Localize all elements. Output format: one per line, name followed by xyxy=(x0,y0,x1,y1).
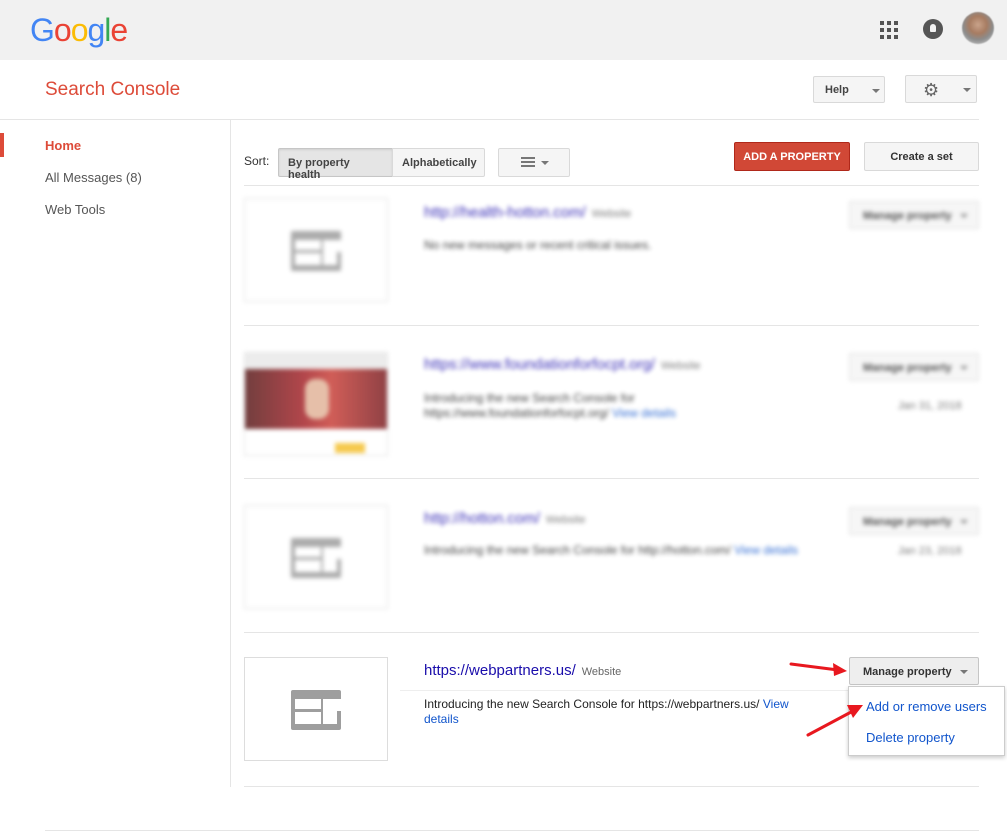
website-icon xyxy=(291,690,341,730)
notifications-bell-icon[interactable] xyxy=(923,19,943,39)
header-divider xyxy=(0,119,979,120)
annotation-arrow-manage xyxy=(789,662,847,676)
chevron-down-icon xyxy=(541,161,549,165)
property-type: Website xyxy=(591,208,632,220)
row-divider xyxy=(244,185,979,186)
chevron-down-icon xyxy=(963,88,971,92)
manage-property-button[interactable]: Manage property xyxy=(849,353,979,381)
manage-property-button[interactable]: Manage property xyxy=(849,201,979,229)
site-thumbnail[interactable] xyxy=(244,198,388,302)
property-message: Introducing the new Search Console for h… xyxy=(424,697,789,726)
help-button-label: Help xyxy=(825,84,849,96)
property-message: Introducing the new Search Console for h… xyxy=(424,543,799,557)
property-message: Introducing the new Search Console for h… xyxy=(424,391,676,420)
chevron-down-icon xyxy=(872,89,880,93)
property-type: Website xyxy=(545,514,586,526)
sidebar-item-home[interactable]: Home xyxy=(45,138,81,153)
chevron-down-icon xyxy=(960,520,968,524)
row-divider xyxy=(244,325,979,326)
property-url-link[interactable]: http://health-hotton.com/Website xyxy=(424,204,631,221)
view-details-link[interactable]: View details xyxy=(612,406,676,420)
avatar[interactable] xyxy=(962,12,994,44)
property-date: Jan 23, 2018 xyxy=(898,545,962,557)
create-set-button[interactable]: Create a set xyxy=(864,142,979,171)
site-thumbnail[interactable] xyxy=(244,657,388,761)
row-divider xyxy=(244,786,979,787)
property-url-link[interactable]: https://www.foundationforfocpt.org/Websi… xyxy=(424,356,701,373)
sidebar-item-all-messages[interactable]: All Messages (8) xyxy=(45,170,142,185)
site-thumbnail[interactable] xyxy=(244,505,388,609)
sort-by-health-button[interactable]: By property health xyxy=(278,148,393,181)
property-date: Jan 31, 2018 xyxy=(898,400,962,412)
sidebar-divider xyxy=(230,120,231,787)
annotation-arrow-add-users xyxy=(806,705,863,737)
manage-property-button[interactable]: Manage property xyxy=(849,657,979,685)
page-title[interactable]: Search Console xyxy=(45,79,180,101)
list-view-icon xyxy=(521,157,535,167)
google-logo[interactable]: Google xyxy=(30,12,128,49)
website-icon xyxy=(291,231,341,271)
chevron-down-icon xyxy=(960,214,968,218)
row-divider xyxy=(244,632,979,633)
property-type: Website xyxy=(581,666,622,678)
manage-property-button[interactable]: Manage property xyxy=(849,507,979,535)
view-details-link[interactable]: View details xyxy=(734,543,798,557)
active-indicator xyxy=(0,133,4,157)
delete-property-item[interactable]: Delete property xyxy=(866,730,955,745)
property-url-link: https://webpartners.us/Website xyxy=(424,662,622,679)
apps-grid-icon[interactable] xyxy=(880,21,898,39)
google-bar: Google xyxy=(0,0,1007,60)
gear-icon: ⚙ xyxy=(923,80,940,100)
add-remove-users-item[interactable]: Add or remove users xyxy=(866,699,987,714)
property-url-link[interactable]: http://hotton.com/Website xyxy=(424,510,585,527)
sort-label: Sort: xyxy=(244,154,270,168)
website-icon xyxy=(291,538,341,578)
sort-alphabetically-button[interactable]: Alphabetically xyxy=(392,148,485,177)
row-divider xyxy=(244,478,979,479)
property-message: No new messages or recent critical issue… xyxy=(424,238,652,252)
help-button[interactable]: Help xyxy=(813,76,885,103)
sidebar-item-web-tools[interactable]: Web Tools xyxy=(45,202,105,217)
site-screenshot-thumbnail[interactable] xyxy=(244,352,388,456)
chevron-down-icon xyxy=(960,670,968,674)
view-mode-button[interactable] xyxy=(498,148,570,177)
chevron-down-icon xyxy=(960,366,968,370)
property-type: Website xyxy=(660,360,701,372)
footer-divider xyxy=(45,830,979,831)
manage-property-menu: Add or remove users Delete property xyxy=(848,686,1005,756)
add-property-button[interactable]: ADD A PROPERTY xyxy=(734,142,850,171)
settings-button[interactable]: ⚙ xyxy=(905,75,977,103)
